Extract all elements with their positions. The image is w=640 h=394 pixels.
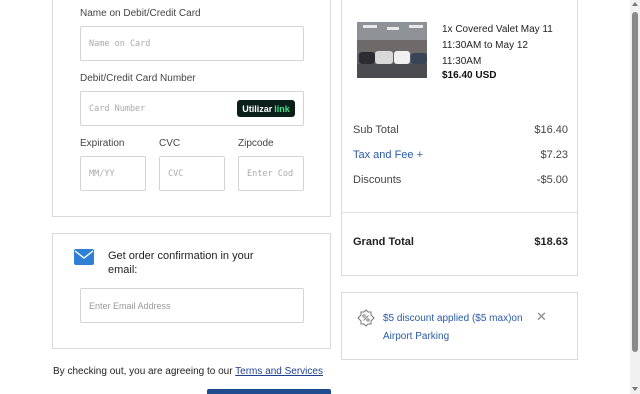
tax-value: $7.23 — [540, 149, 568, 161]
discount-notice-text: $5 discount applied ($5 max)on Airport P… — [383, 313, 523, 342]
parking-photo — [357, 22, 427, 78]
grand-total-row: Grand Total $18.63 — [353, 236, 568, 248]
order-summary-panel: 1x Covered Valet May 11 11:30AM to May 1… — [341, 0, 578, 276]
scrollbar-thumb[interactable] — [632, 12, 638, 352]
link-badge-brand: link — [274, 103, 290, 114]
discount-notice-panel: $5 discount applied ($5 max)on Airport P… — [341, 292, 578, 360]
tax-row: Tax and Fee + $7.23 — [353, 149, 568, 161]
email-confirmation-panel: Get order confirmation in your email: En… — [52, 233, 331, 349]
link-badge-prefix: Utilizar — [242, 103, 273, 114]
payment-panel: Name on Debit/Credit Card Name on Card D… — [52, 0, 331, 217]
tax-fee-toggle[interactable]: Tax and Fee + — [353, 149, 423, 161]
card-number-input[interactable]: Card Number Utilizar link — [80, 91, 304, 126]
terms-agreement-text: By checking out, you are agreeing to our — [53, 366, 236, 377]
order-price: $16.40 USD — [442, 70, 497, 81]
grand-total-value: $18.63 — [534, 236, 568, 248]
card-number-label: Debit/Credit Card Number — [80, 73, 196, 84]
terms-agreement: By checking out, you are agreeing to our… — [53, 366, 323, 377]
discounts-value: -$5.00 — [536, 174, 568, 186]
terms-link[interactable]: Terms and Services — [235, 366, 323, 377]
discounts-row: Discounts -$5.00 — [353, 174, 568, 186]
subtotal-label: Sub Total — [353, 124, 399, 136]
scroll-up-arrow-icon[interactable] — [632, 2, 638, 6]
link-pay-button[interactable]: Utilizar link — [237, 100, 295, 117]
subtotal-value: $16.40 — [534, 124, 568, 136]
discount-icon — [357, 309, 375, 327]
cvc-label: CVC — [159, 138, 181, 149]
email-input[interactable]: Enter Email Address — [80, 288, 304, 323]
zipcode-input[interactable]: Enter Cod — [238, 156, 304, 191]
close-icon[interactable]: ✕ — [536, 309, 547, 325]
card-number-placeholder: Card Number — [89, 103, 146, 114]
scroll-down-arrow-icon[interactable] — [632, 387, 638, 391]
order-description: 1x Covered Valet May 11 11:30AM to May 1… — [442, 24, 553, 67]
expiration-label: Expiration — [80, 138, 125, 149]
expiration-input[interactable]: MM/YY — [80, 156, 146, 191]
page-scrollbar[interactable] — [630, 0, 640, 394]
mail-icon — [74, 249, 94, 265]
card-name-input[interactable]: Name on Card — [80, 26, 304, 61]
subtotal-row: Sub Total $16.40 — [353, 124, 568, 136]
checkout-button[interactable] — [207, 389, 331, 394]
email-confirmation-title: Get order confirmation in your email: — [108, 250, 254, 276]
card-name-label: Name on Debit/Credit Card — [80, 8, 201, 19]
summary-divider — [342, 212, 577, 213]
discounts-label: Discounts — [353, 174, 402, 186]
grand-total-label: Grand Total — [353, 236, 414, 248]
zipcode-label: Zipcode — [238, 138, 274, 149]
cvc-input[interactable]: CVC — [159, 156, 225, 191]
